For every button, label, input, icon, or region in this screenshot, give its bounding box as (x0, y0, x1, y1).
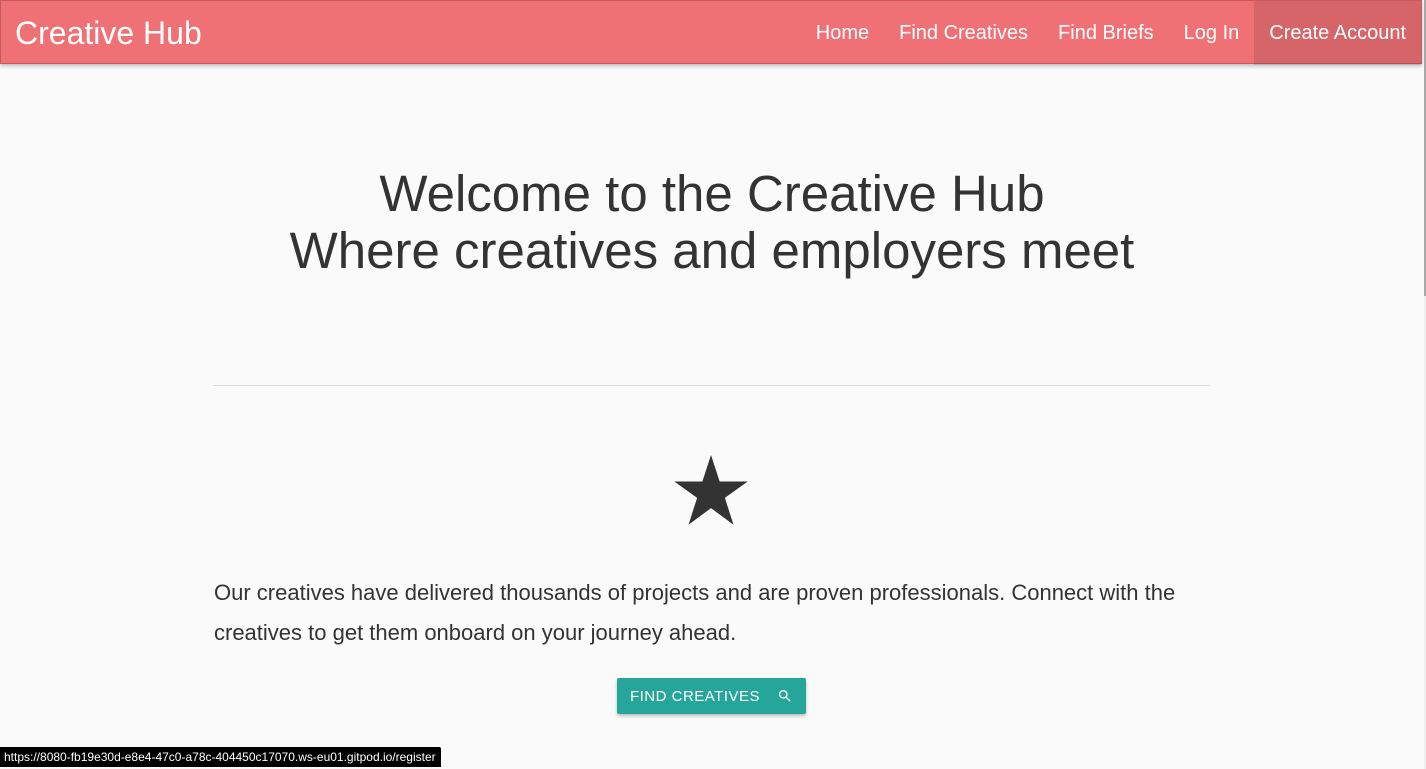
find-creatives-button-label: FIND CREATIVES (629, 687, 761, 705)
brand-logo-link[interactable]: Creative Hub (15, 1, 202, 65)
hero-line-1: Welcome to the Creative Hub (379, 165, 1045, 222)
top-navbar: Creative Hub Home Find Creatives Find Br… (0, 0, 1422, 65)
feature-description: Our creatives have delivered thousands o… (214, 580, 1176, 645)
hero-heading: Welcome to the Creative Hub Where creati… (0, 165, 1424, 279)
nav-link-find-briefs[interactable]: Find Briefs (1043, 1, 1169, 65)
section-divider (213, 385, 1210, 386)
page-viewport: Creative Hub Home Find Creatives Find Br… (0, 0, 1424, 769)
nav-link-home[interactable]: Home (801, 1, 884, 65)
star-icon (674, 455, 748, 525)
find-creatives-button[interactable]: FIND CREATIVES (617, 678, 806, 714)
hero-line-2: Where creatives and employers meet (289, 222, 1135, 279)
nav-link-create-account[interactable]: Create Account (1254, 1, 1421, 65)
nav-links: Home Find Creatives Find Briefs Log In C… (801, 1, 1421, 65)
search-icon (779, 690, 791, 702)
nav-link-find-creatives[interactable]: Find Creatives (884, 1, 1043, 65)
nav-link-log-in[interactable]: Log In (1169, 1, 1255, 65)
browser-status-url: https://8080-fb19e30d-e8e4-47c0-a78c-404… (0, 747, 441, 767)
